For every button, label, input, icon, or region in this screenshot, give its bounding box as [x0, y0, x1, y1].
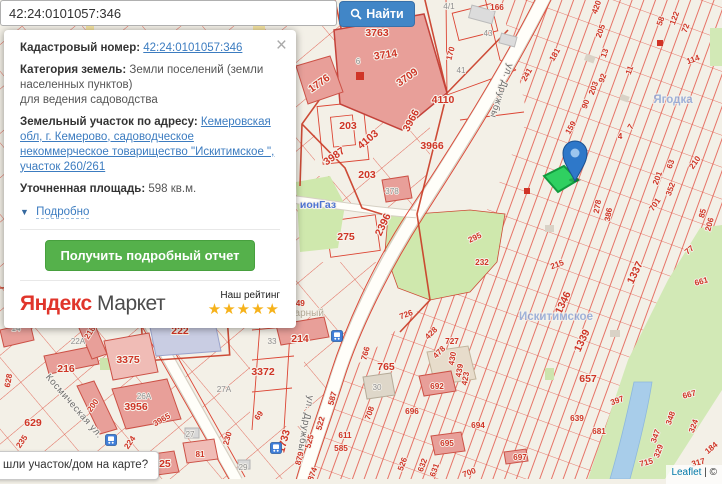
map-label: 3956: [124, 401, 148, 413]
map-helper-text: шли участок/дом на карте?: [3, 459, 148, 471]
map-label: 727: [445, 337, 459, 346]
map-label: 81: [195, 450, 205, 459]
brand-market: Маркет: [97, 292, 165, 315]
map-label: 3372: [251, 366, 275, 378]
cadastral-number-row: Кадастровый номер: 42:24:0101057:346: [20, 41, 280, 56]
area-row: Уточненная площадь: 598 кв.м.: [20, 182, 280, 197]
map-label: 681: [592, 427, 606, 436]
yandex-market-logo[interactable]: Яндекс Маркет: [20, 290, 165, 317]
search-button-label: Найти: [366, 7, 403, 21]
cadastral-number-link[interactable]: 42:24:0101057:346: [143, 42, 242, 54]
map-label: 4110: [432, 94, 455, 106]
address-label: Земельный участок по адресу:: [20, 116, 198, 128]
map-label: 4: [618, 132, 623, 141]
map-label: 3375: [116, 354, 140, 366]
area-label: Уточненная площадь:: [20, 183, 145, 195]
map-label: 378: [385, 187, 399, 196]
report-button[interactable]: Получить подробный отчет: [45, 240, 255, 271]
search-button[interactable]: Найти: [339, 1, 415, 27]
details-link[interactable]: Подробно: [36, 206, 89, 219]
map-label: 26А: [137, 392, 152, 401]
cadastral-search-input[interactable]: [0, 0, 337, 26]
land-category-label: Категория земель:: [20, 64, 126, 76]
address-row: Земельный участок по адресу: Кемеровская…: [20, 115, 280, 175]
details-row: ▼ Подробно: [20, 205, 280, 220]
map-label: 203: [339, 120, 357, 132]
map-helper-search[interactable]: шли участок/дом на карте?: [0, 451, 159, 480]
rating-block: Наш рейтинг ★★★★★: [208, 289, 280, 319]
map-label: 3966: [420, 140, 444, 152]
map-label: 696: [405, 407, 419, 416]
map-label: 29: [238, 463, 248, 472]
map-label: 697: [513, 453, 527, 462]
map-label: 203: [358, 169, 376, 181]
map-label: 275: [337, 231, 355, 243]
map-label: 585: [334, 444, 348, 453]
map-label: 214: [291, 333, 309, 345]
map-label: 27: [185, 430, 195, 439]
map-label: ионГаз: [300, 199, 336, 211]
cadastral-map-app: { "search": { "value": "42:24:0101057:34…: [0, 0, 722, 479]
map-label: Искитимское: [519, 311, 593, 323]
map-label: 4/1: [443, 2, 455, 11]
land-category-row: Категория земель: Земли поселений (земли…: [20, 63, 280, 108]
chevron-down-icon: ▼: [20, 207, 29, 217]
popup-footer: Яндекс Маркет Наш рейтинг ★★★★★: [20, 281, 280, 328]
map-label: 6: [356, 57, 361, 66]
map-label: 27А: [217, 385, 232, 394]
area-value: 598 кв.м.: [148, 183, 196, 195]
map-label: 695: [440, 439, 454, 448]
map-label: 232: [475, 258, 489, 267]
search-icon: [350, 8, 362, 20]
map-label: 216: [57, 363, 75, 375]
map-label: 3763: [365, 27, 389, 39]
brand-yandex: Яндекс: [20, 292, 92, 315]
map-label: 694: [471, 421, 485, 430]
map-label: 692: [430, 382, 444, 391]
leaflet-link[interactable]: Leaflet: [671, 467, 701, 478]
map-label: Ягодка: [653, 94, 693, 106]
map-label: 629: [24, 417, 42, 429]
map-label: 33: [267, 337, 277, 346]
map-label: 41: [456, 66, 466, 75]
divider: [20, 229, 280, 230]
bus-stop-icon: [271, 443, 282, 454]
map-label: 43: [483, 29, 493, 38]
parcel-info-popup: × Кадастровый номер: 42:24:0101057:346 К…: [4, 30, 296, 328]
close-icon[interactable]: ×: [276, 36, 287, 55]
map-label: 166: [490, 3, 504, 12]
map-label: 30: [372, 383, 382, 392]
map-label: 639: [570, 414, 584, 423]
star-rating-icon: ★★★★★: [208, 302, 280, 319]
cadastral-number-label: Кадастровый номер:: [20, 42, 140, 54]
map-label: 611: [338, 431, 352, 440]
bus-stop-icon: [106, 435, 117, 446]
land-category-extra: для ведения садоводства: [20, 94, 158, 106]
attribution-sep: | ©: [701, 467, 717, 478]
map-label: 765: [377, 361, 395, 373]
map-label: 22А: [71, 337, 86, 346]
bus-stop-icon: [332, 331, 343, 342]
map-label: 657: [579, 373, 597, 385]
map-attribution: Leaflet | ©: [666, 465, 722, 484]
